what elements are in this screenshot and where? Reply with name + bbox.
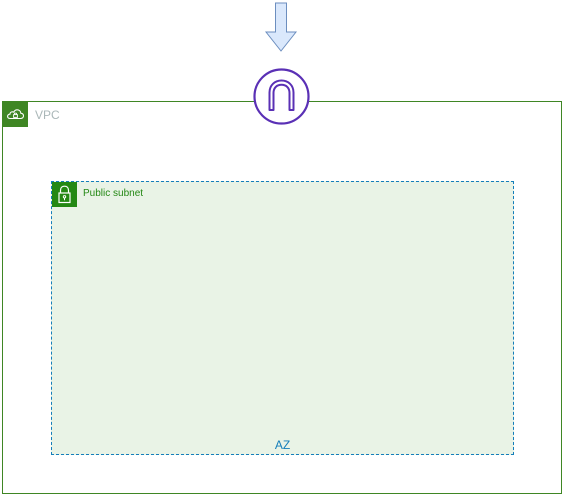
padlock-icon	[52, 182, 77, 207]
public-subnet-group[interactable]: Public subnet AZ	[51, 181, 514, 455]
vpc-cloud-lock-icon	[3, 102, 28, 127]
down-arrow-icon	[264, 2, 298, 53]
az-label: AZ	[274, 438, 291, 452]
internet-gateway-icon[interactable]	[253, 68, 310, 125]
public-subnet-label: Public subnet	[83, 188, 144, 199]
diagram-canvas: VPC Public subnet AZ	[0, 0, 565, 497]
vpc-label: VPC	[35, 108, 60, 122]
